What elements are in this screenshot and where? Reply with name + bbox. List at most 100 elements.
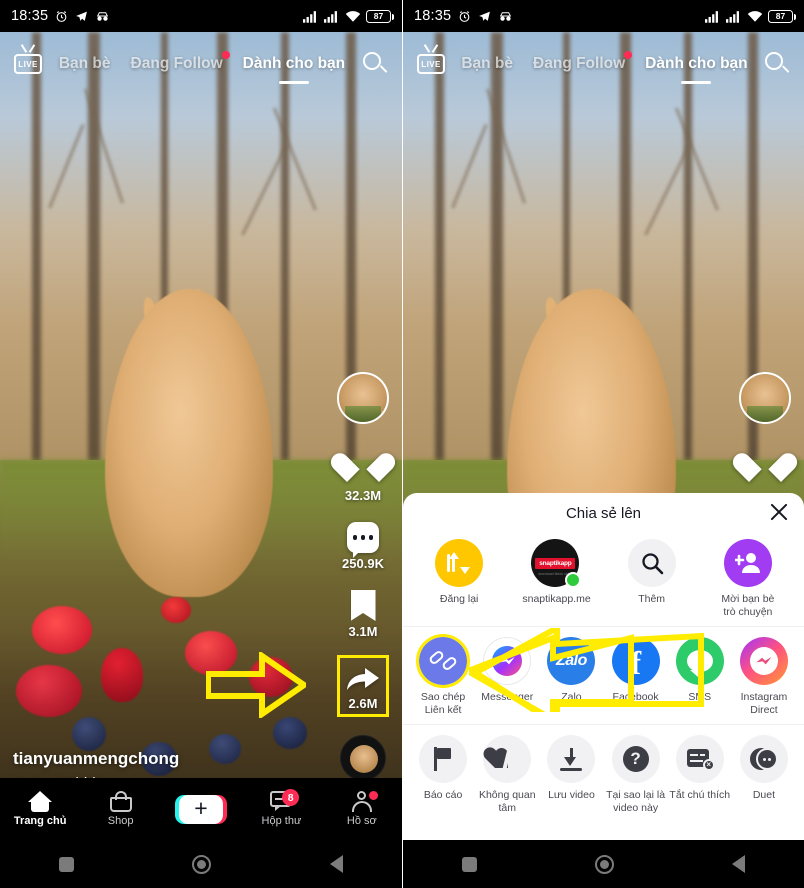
live-antenna-icon	[20, 44, 36, 53]
tab-label: Hộp thư	[261, 815, 302, 827]
back-triangle-icon[interactable]	[329, 855, 343, 873]
comment-button[interactable]: 250.9K	[342, 522, 384, 571]
status-right-icons: 87	[705, 9, 797, 23]
tab-label: Đang Follow	[130, 55, 223, 72]
question-icon: ?	[611, 735, 660, 783]
download-icon	[547, 735, 596, 783]
inbox-badge: 8	[282, 789, 300, 806]
duet-icon	[739, 735, 788, 783]
option-label: Đăng lại	[439, 593, 479, 605]
repost-icon	[435, 539, 484, 587]
facebook-icon: f	[611, 637, 660, 685]
like-button[interactable]: 32.3M	[327, 449, 399, 503]
recents-square-icon[interactable]	[59, 856, 75, 872]
action-why-this-video[interactable]: ? Tại sao lại là video này	[604, 735, 668, 814]
tab-label: Bạn bè	[58, 55, 111, 72]
option-label: Duet	[752, 789, 776, 801]
screen-video-feed: 18:35 87 LIVE Bạn bè Đang Follow Dành ch…	[0, 0, 402, 888]
tab-dang-follow[interactable]: Đang Follow	[533, 51, 633, 73]
tab-dang-follow[interactable]: Đang Follow	[130, 51, 230, 73]
bookmark-button[interactable]: 3.1M	[348, 590, 378, 639]
bottom-tab-bar: Trang chủ Shop + 8 Hộp thư Hồ sơ	[0, 778, 402, 840]
option-label: SMS	[688, 691, 712, 703]
comment-icon	[346, 522, 379, 558]
music-disc-icon[interactable]	[340, 735, 386, 781]
top-navigation: LIVE Bạn bè Đang Follow Dành cho bạn	[403, 32, 804, 96]
live-button[interactable]: LIVE	[13, 44, 43, 79]
share-sheet: Chia sẻ lên Đăng lại snaptikapp download…	[403, 493, 804, 840]
heart-icon	[327, 449, 399, 485]
share-button[interactable]: 2.6M	[337, 655, 389, 717]
screen-share-sheet: 18:35 87 LIVE Bạn bè Đang Follow Dành ch…	[402, 0, 804, 888]
invite-friends-icon	[723, 539, 772, 587]
share-option-snaptikapp[interactable]: snaptikapp download tiktok video snaptik…	[507, 539, 603, 618]
back-triangle-icon[interactable]	[732, 855, 745, 873]
tab-trang-chu[interactable]: Trang chủ	[0, 791, 80, 827]
home-circle-icon[interactable]	[595, 854, 614, 874]
avatar[interactable]	[337, 372, 389, 424]
tab-label: Shop	[107, 815, 134, 827]
messenger-icon	[483, 637, 532, 685]
action-duet[interactable]: Duet	[732, 735, 796, 814]
share-sheet-title: Chia sẻ lên	[565, 504, 642, 522]
link-icon	[416, 634, 471, 688]
telegram-icon	[479, 11, 491, 21]
like-button[interactable]	[729, 449, 801, 485]
tab-ban-be[interactable]: Bạn bè	[59, 55, 111, 73]
share-option-zalo[interactable]: Zalo Zalo	[539, 637, 603, 716]
search-icon[interactable]	[361, 50, 389, 78]
share-option-more[interactable]: Thêm	[604, 539, 700, 618]
tab-shop[interactable]: Shop	[80, 791, 160, 827]
android-nav-bar	[403, 840, 804, 888]
share-option-invite-friends[interactable]: Mời bạn bè trò chuyện	[700, 539, 796, 618]
share-row-actions: Báo cáo Không quan tâm Lưu video ? Tại s…	[403, 725, 804, 814]
snaptikapp-icon: snaptikapp download tiktok video	[531, 539, 582, 588]
avatar[interactable]	[739, 372, 791, 424]
share-arrow-icon	[347, 668, 379, 690]
bookmark-icon	[350, 590, 376, 621]
telegram-icon	[76, 11, 88, 21]
option-label: Báo cáo	[423, 789, 463, 801]
share-option-repost[interactable]: Đăng lại	[411, 539, 507, 618]
close-icon[interactable]	[768, 501, 790, 523]
recents-square-icon[interactable]	[462, 856, 477, 872]
tab-danh-cho-ban[interactable]: Dành cho bạn	[645, 55, 748, 84]
share-option-sms[interactable]: SMS	[668, 637, 732, 716]
tab-label: Đang Follow	[533, 55, 626, 72]
share-option-instagram-direct[interactable]: Instagram Direct	[732, 637, 796, 716]
bookmark-count: 3.1M	[348, 624, 378, 639]
battery-level: 87	[373, 10, 384, 21]
tab-label: Dành cho bạn	[645, 55, 748, 72]
action-captions-off[interactable]: × Tắt chú thích	[668, 735, 732, 814]
tab-ho-so[interactable]: Hồ sơ	[322, 791, 402, 827]
option-label: Tại sao lại là video này	[606, 789, 666, 814]
feed-tabs: Bạn bè Đang Follow Dành cho bạn	[446, 51, 763, 84]
tab-create[interactable]: +	[161, 794, 241, 824]
notification-dot-icon	[221, 51, 230, 59]
action-not-interested[interactable]: Không quan tâm	[475, 735, 539, 814]
tab-danh-cho-ban[interactable]: Dành cho bạn	[243, 55, 345, 84]
feed-tabs: Bạn bè Đang Follow Dành cho bạn	[43, 51, 361, 84]
action-report[interactable]: Báo cáo	[411, 735, 475, 814]
share-row-apps: Sao chép Liên kết Messenger Zalo Zalo f …	[403, 627, 804, 725]
action-rail: 32.3M 250.9K 3.1M 2.6M	[327, 372, 399, 781]
action-save-video[interactable]: Lưu video	[539, 735, 603, 814]
live-button[interactable]: LIVE	[416, 44, 446, 79]
notification-dot-icon	[624, 51, 633, 59]
caption-username[interactable]: tianyuanmengchong	[13, 749, 283, 769]
incognito-icon	[97, 11, 109, 21]
share-option-messenger[interactable]: Messenger	[475, 637, 539, 716]
battery-level: 87	[775, 10, 786, 21]
dual-screenshot: 18:35 87 LIVE Bạn bè Đang Follow Dành ch…	[0, 0, 804, 888]
tab-hop-thu[interactable]: 8 Hộp thư	[241, 789, 321, 827]
share-option-copy-link[interactable]: Sao chép Liên kết	[411, 634, 475, 716]
search-icon[interactable]	[763, 50, 791, 78]
share-option-facebook[interactable]: f Facebook	[604, 637, 668, 716]
status-left-icons	[55, 10, 110, 23]
tab-ban-be[interactable]: Bạn bè	[461, 55, 513, 73]
like-count: 32.3M	[344, 488, 382, 503]
flag-icon	[419, 735, 468, 783]
status-bar: 18:35 87	[0, 0, 402, 32]
home-circle-icon[interactable]	[192, 854, 212, 874]
status-left-icons	[458, 10, 513, 23]
